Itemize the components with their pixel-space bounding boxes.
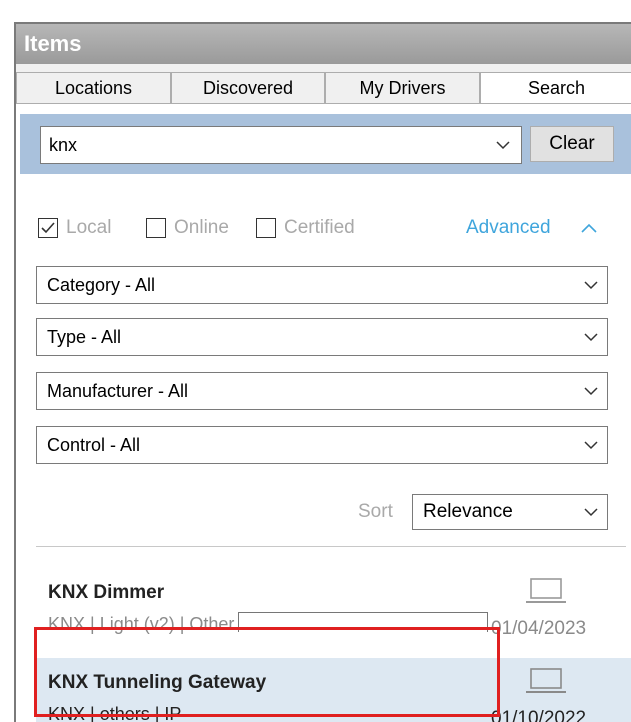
source-filters: Local Online Certified Advanced [38, 214, 628, 242]
sort-dropdown[interactable]: Relevance [412, 494, 608, 530]
chevron-down-icon [584, 387, 598, 396]
sort-dropdown-value: Relevance [423, 501, 513, 522]
laptop-icon [526, 668, 566, 693]
tab-search[interactable]: Search [480, 72, 631, 104]
manufacturer-dropdown-value: Manufacturer - All [47, 381, 189, 401]
chevron-down-icon [584, 508, 598, 517]
type-dropdown-value: Type - All [47, 327, 122, 347]
search-bar: knx Clear [20, 114, 631, 174]
panel-title: Items [16, 24, 631, 64]
online-checkbox[interactable] [146, 218, 166, 238]
online-label: Online [174, 217, 229, 238]
chevron-down-icon [584, 333, 598, 342]
category-dropdown-value: Category - All [47, 275, 156, 295]
local-label: Local [66, 217, 112, 238]
chevron-down-icon[interactable] [493, 127, 513, 163]
chevron-up-icon[interactable] [578, 216, 600, 240]
tab-locations[interactable]: Locations [16, 72, 171, 104]
laptop-icon [526, 578, 566, 603]
chevron-down-icon [584, 281, 598, 290]
clear-button[interactable]: Clear [530, 126, 614, 162]
driver-name: KNX Dimmer [48, 582, 165, 603]
advanced-link[interactable]: Advanced [466, 214, 551, 242]
tab-bar: Locations Discovered My Drivers Search [16, 72, 631, 104]
driver-date: 01/04/2023 [491, 618, 587, 639]
category-dropdown[interactable]: Category - All [36, 266, 608, 304]
type-dropdown[interactable]: Type - All [36, 318, 608, 356]
tab-discovered[interactable]: Discovered [171, 72, 325, 104]
certified-label: Certified [284, 217, 355, 238]
sort-label: Sort [358, 501, 393, 522]
chevron-down-icon [584, 441, 598, 450]
search-input[interactable]: knx [40, 126, 522, 164]
driver-date: 01/10/2022 [491, 708, 587, 722]
results-divider [36, 546, 626, 547]
manufacturer-dropdown[interactable]: Manufacturer - All [36, 372, 608, 410]
check-icon [41, 222, 55, 234]
search-input-value: knx [49, 135, 78, 155]
highlight-box [34, 627, 500, 717]
control-dropdown-value: Control - All [47, 435, 141, 455]
certified-checkbox[interactable] [256, 218, 276, 238]
tab-my-drivers[interactable]: My Drivers [325, 72, 480, 104]
local-checkbox[interactable] [38, 218, 58, 238]
control-dropdown[interactable]: Control - All [36, 426, 608, 464]
